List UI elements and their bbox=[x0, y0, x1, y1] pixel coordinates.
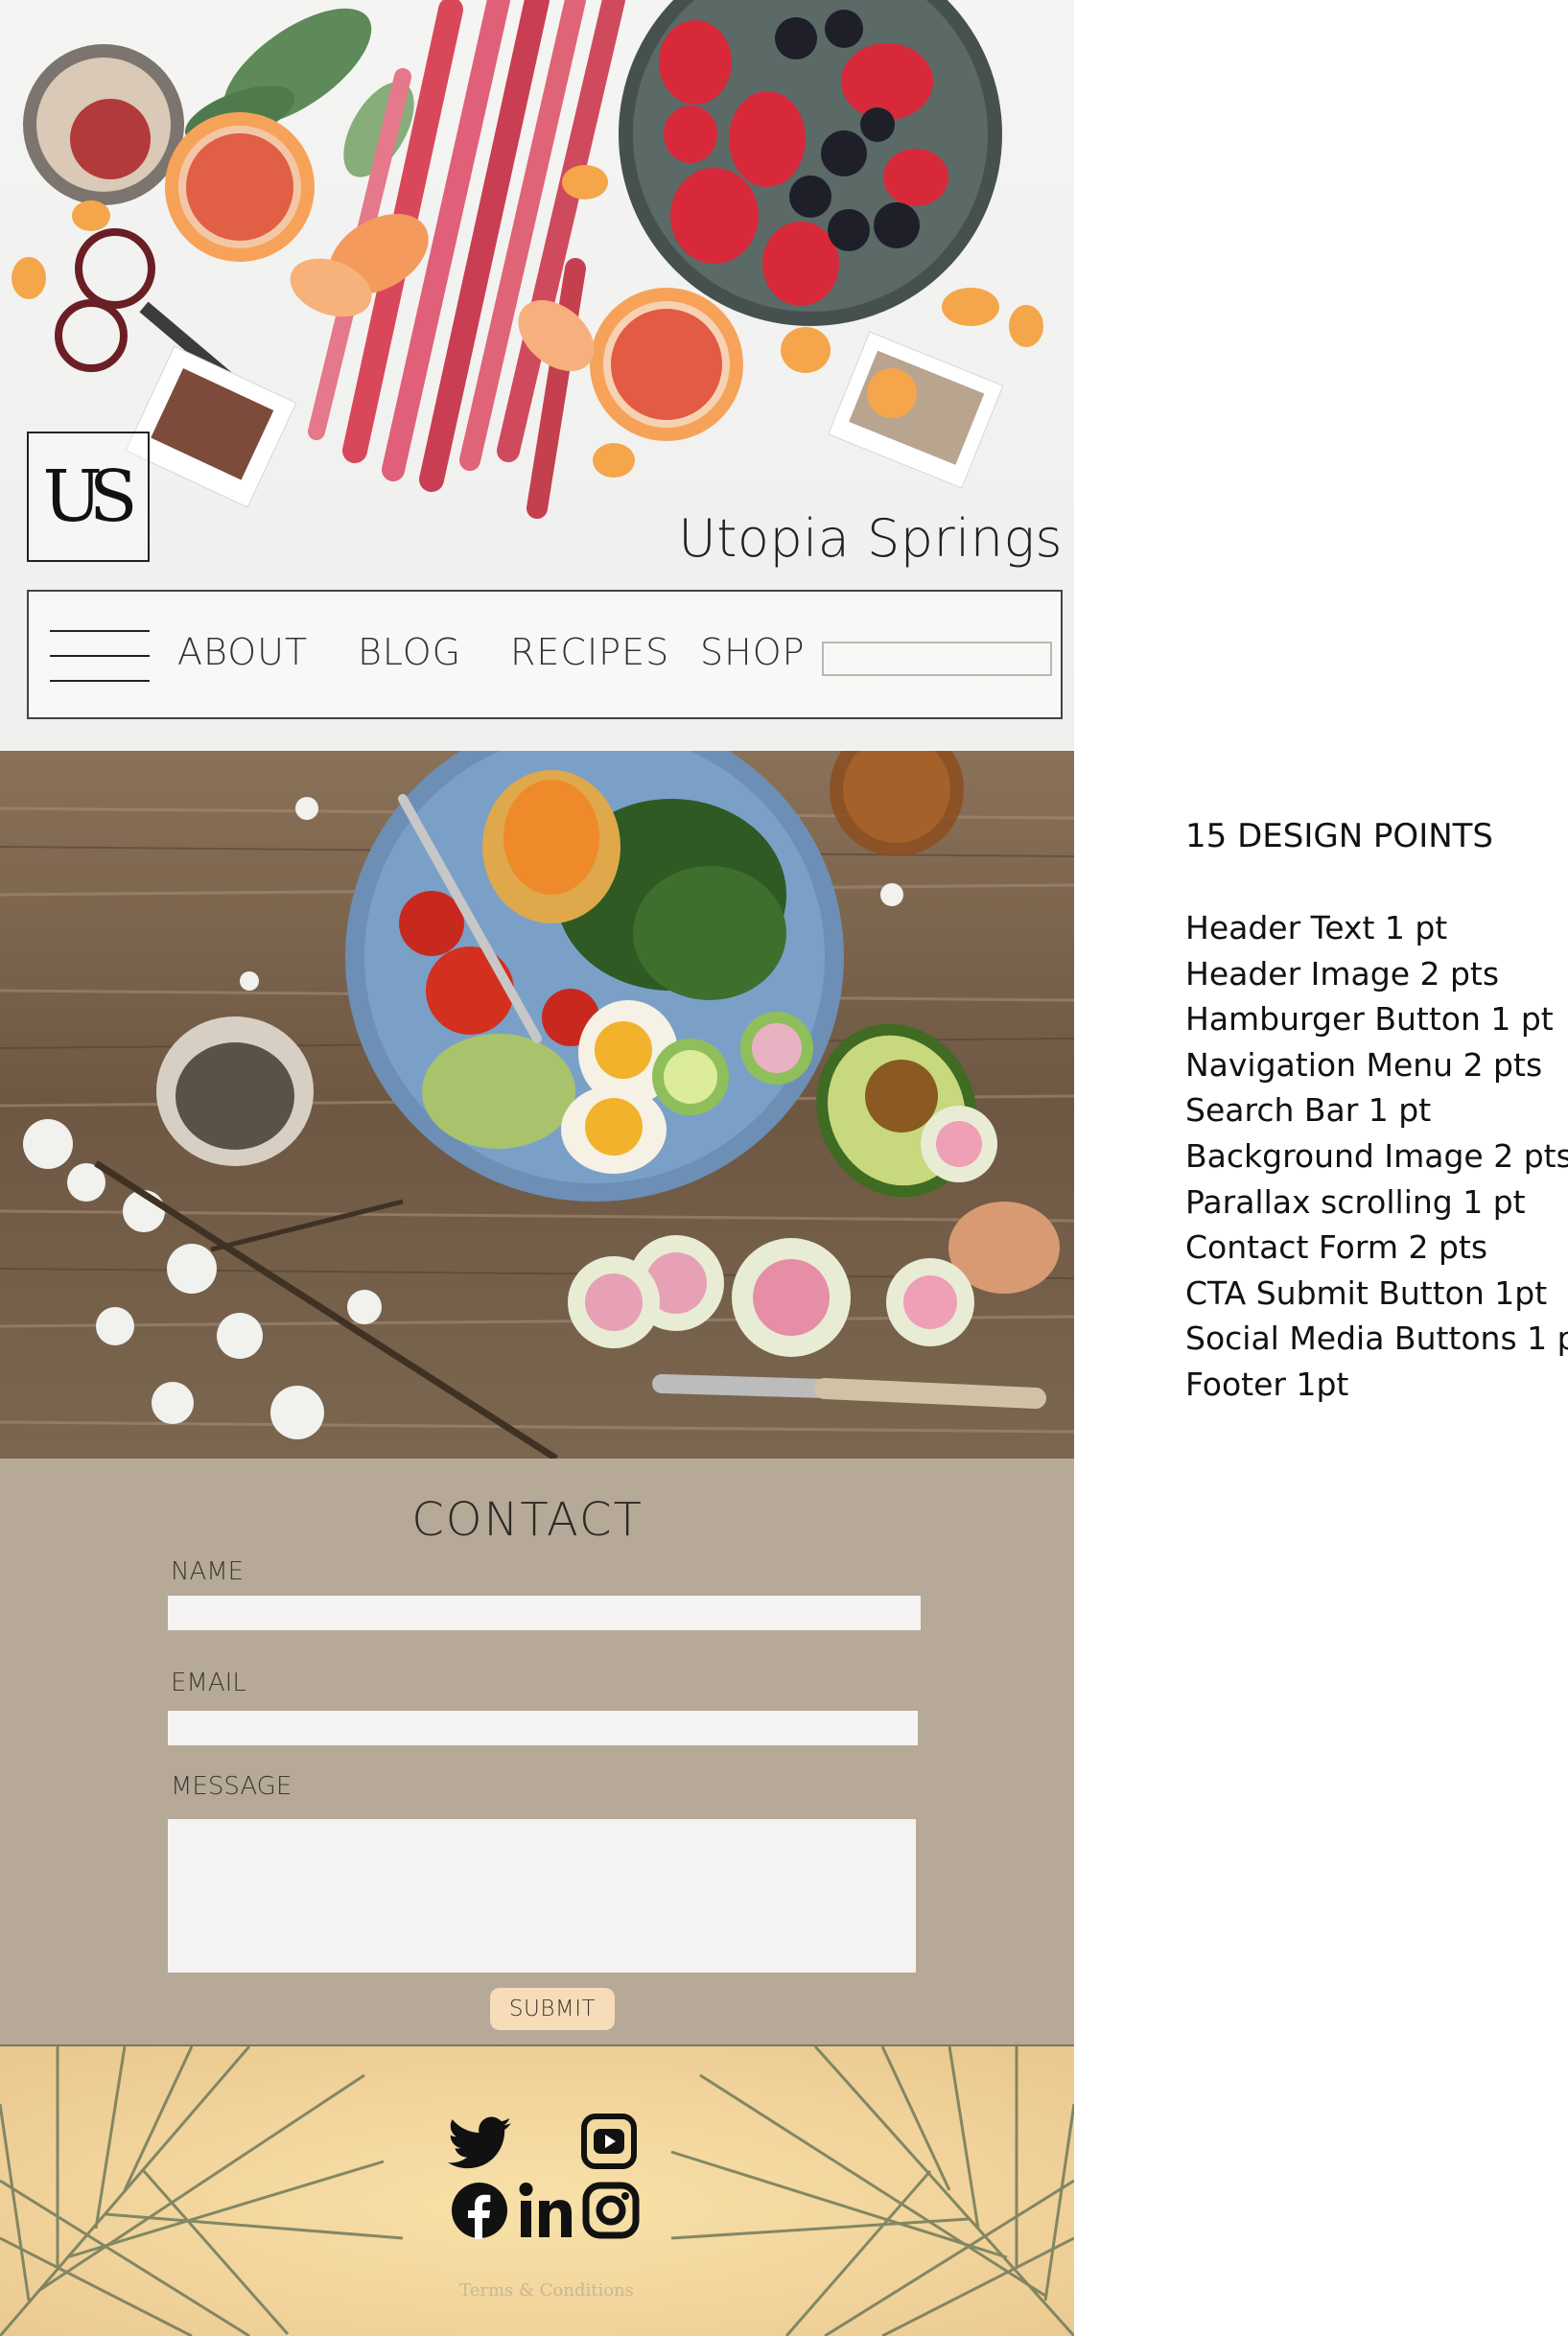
design-point-item: Header Text 1 pt bbox=[1185, 909, 1448, 946]
instagram-icon[interactable] bbox=[579, 2179, 643, 2242]
logo-text: US bbox=[42, 456, 137, 538]
name-input[interactable] bbox=[168, 1596, 921, 1630]
design-point-item: Navigation Menu 2 pts bbox=[1185, 1045, 1543, 1084]
site-title: Utopia Springs bbox=[678, 508, 1063, 569]
linkedin-icon[interactable] bbox=[516, 2179, 579, 2242]
website-mockup: US Utopia Springs ABOUT BLOG RECIPES SHO… bbox=[0, 0, 1074, 2336]
email-input[interactable] bbox=[168, 1711, 918, 1745]
design-point-item: Search Bar 1 pt bbox=[1185, 1091, 1432, 1130]
hamburger-line bbox=[50, 655, 150, 657]
hamburger-line bbox=[50, 630, 150, 632]
twitter-icon[interactable] bbox=[448, 2112, 511, 2175]
hamburger-line bbox=[50, 680, 150, 682]
design-points-title: 15 DESIGN POINTS bbox=[1185, 817, 1494, 855]
nav-link-blog[interactable]: BLOG bbox=[358, 634, 461, 670]
navigation-bar: ABOUT BLOG RECIPES SHOP bbox=[27, 590, 1063, 719]
youtube-icon[interactable] bbox=[577, 2110, 641, 2173]
nav-link-recipes[interactable]: RECIPES bbox=[510, 634, 669, 670]
email-label: EMAIL bbox=[171, 1669, 246, 1697]
design-points-panel: 15 DESIGN POINTS Header Text 1 pt Header… bbox=[1185, 813, 1568, 1408]
site-logo[interactable]: US bbox=[27, 432, 150, 562]
footer: Terms & Conditions bbox=[0, 2046, 1074, 2336]
design-point-item: Parallax scrolling 1 pt bbox=[1185, 1182, 1526, 1221]
search-input[interactable] bbox=[822, 642, 1052, 676]
message-label: MESSAGE bbox=[171, 1772, 293, 1801]
message-textarea[interactable] bbox=[168, 1819, 916, 1973]
submit-button[interactable]: SUBMIT bbox=[490, 1988, 615, 2030]
food-photo bbox=[0, 751, 1074, 1459]
facebook-icon[interactable] bbox=[448, 2179, 511, 2242]
terms-link[interactable]: Terms & Conditions bbox=[0, 2280, 1074, 2301]
design-point-item: CTA Submit Button 1pt bbox=[1185, 1273, 1548, 1312]
hamburger-menu-button[interactable] bbox=[50, 630, 150, 684]
design-point-item: Hamburger Button 1 pt bbox=[1185, 1000, 1554, 1039]
contact-form: CONTACT NAME EMAIL MESSAGE SUBMIT bbox=[0, 1459, 1074, 2046]
nav-link-about[interactable]: ABOUT bbox=[177, 634, 308, 670]
design-point-item: Contact Form 2 pts bbox=[1185, 1228, 1488, 1267]
header: US Utopia Springs ABOUT BLOG RECIPES SHO… bbox=[0, 0, 1074, 748]
design-point-item: Footer 1pt bbox=[1185, 1365, 1349, 1403]
design-point-item: Social Media Buttons 1 pt bbox=[1185, 1320, 1568, 1358]
nav-link-shop[interactable]: SHOP bbox=[700, 634, 806, 670]
design-point-item: Background Image 2 pts bbox=[1185, 1136, 1568, 1175]
design-point-item: Header Image 2 pts bbox=[1185, 954, 1500, 993]
background-image bbox=[0, 751, 1074, 1459]
name-label: NAME bbox=[171, 1557, 245, 1586]
contact-title: CONTACT bbox=[411, 1493, 644, 1547]
